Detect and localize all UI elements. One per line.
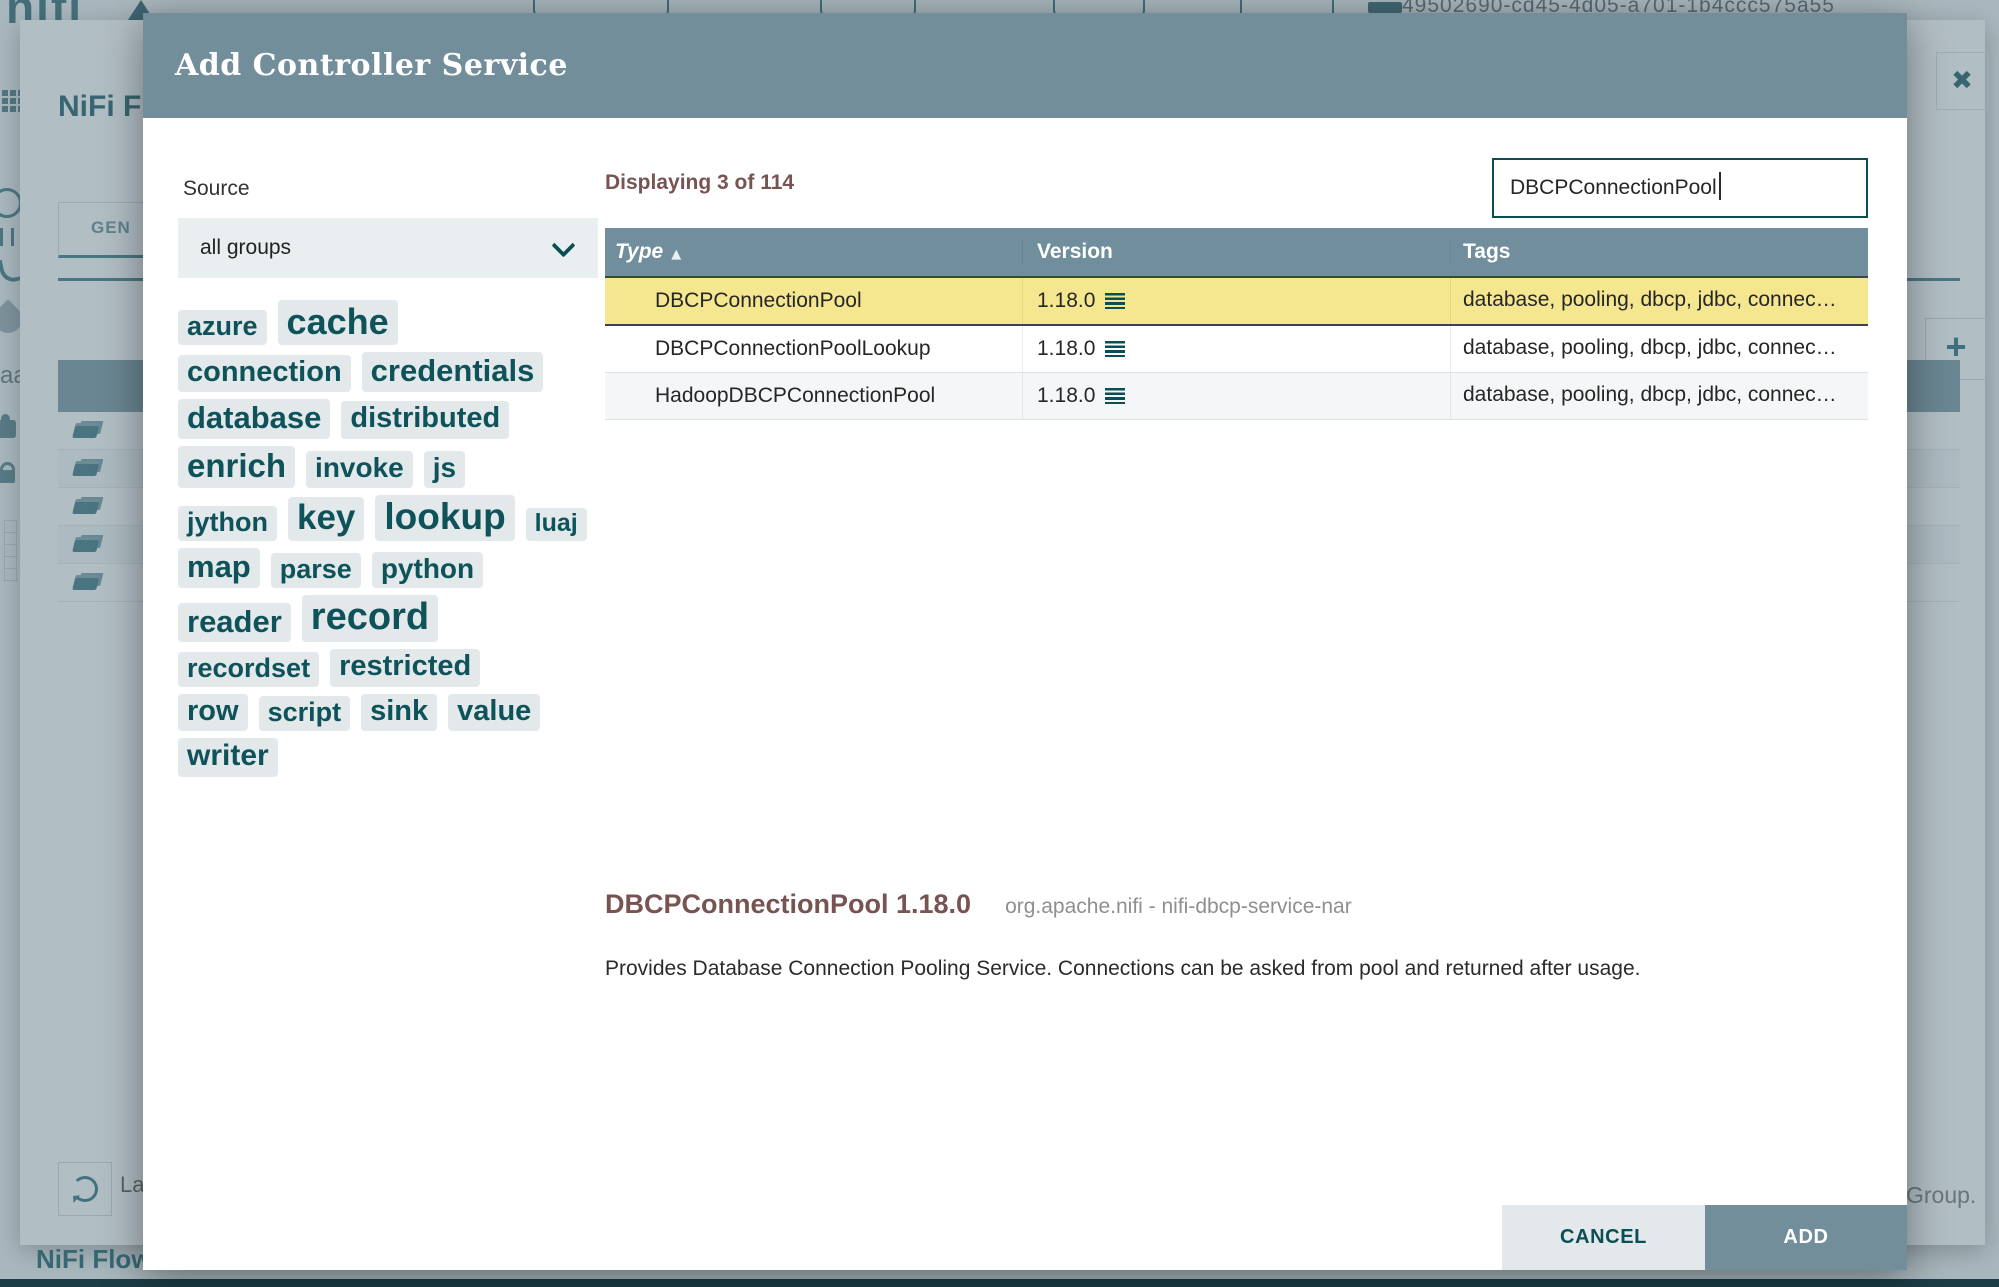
tag-filter-jython[interactable]: jython <box>178 506 277 542</box>
tag-filter-azure[interactable]: azure <box>178 310 267 346</box>
sort-ascending-icon: ▲ <box>671 247 682 262</box>
tag-cloud-line: database distributed <box>178 399 628 439</box>
tag-filter-lookup[interactable]: lookup <box>375 494 515 542</box>
tag-filter-database[interactable]: database <box>178 399 331 439</box>
tag-filter-parse[interactable]: parse <box>270 552 361 588</box>
results-table-header: Type ▲ Version Tags <box>605 228 1868 276</box>
selected-service-description: Provides Database Connection Pooling Ser… <box>605 957 1641 980</box>
service-type-cell: DBCPConnectionPoolLookup <box>655 337 931 360</box>
filter-input-value: DBCPConnectionPool <box>1510 160 1721 216</box>
service-type-cell: HadoopDBCPConnectionPool <box>655 384 936 407</box>
column-header-version[interactable]: Version <box>1022 240 1450 264</box>
table-row[interactable]: DBCPConnectionPool 1.18.0 database, pool… <box>605 276 1868 326</box>
source-dropdown-value: all groups <box>200 236 292 259</box>
tag-filter-reader[interactable]: reader <box>178 602 291 643</box>
tag-filter-distributed[interactable]: distributed <box>341 401 510 439</box>
tag-cloud-line: map parse python <box>178 548 628 588</box>
tag-filter-recordset[interactable]: recordset <box>178 651 320 687</box>
column-header-type[interactable]: Type ▲ <box>605 240 1022 264</box>
tag-filter-credentials[interactable]: credentials <box>361 352 544 393</box>
service-results-table: Type ▲ Version Tags DBCPConnectionPool 1.… <box>605 228 1868 420</box>
result-count-text: Displaying 3 of 114 <box>605 171 795 194</box>
selected-service-bundle: org.apache.nifi - nifi-dbcp-service-nar <box>1005 895 1352 918</box>
selected-service-detail: DBCPConnectionPool 1.18.0 org.apache.nif… <box>605 889 1352 920</box>
tag-filter-js[interactable]: js <box>423 451 466 488</box>
results-table-body: DBCPConnectionPool 1.18.0 database, pool… <box>605 276 1868 420</box>
status-bar-strip <box>0 1279 1999 1287</box>
column-header-tags[interactable]: Tags <box>1450 240 1868 264</box>
tag-filter-cache[interactable]: cache <box>277 300 398 346</box>
tag-cloud: azure cache connection credentials database d… <box>178 300 628 784</box>
table-row[interactable]: HadoopDBCPConnectionPool 1.18.0 database… <box>605 373 1868 420</box>
tag-filter-invoke[interactable]: invoke <box>306 451 413 488</box>
tag-filter-writer[interactable]: writer <box>178 738 278 777</box>
tag-cloud-line: connection credentials <box>178 352 628 393</box>
tag-filter-map[interactable]: map <box>178 548 260 588</box>
tag-cloud-line: azure cache <box>178 300 628 346</box>
tag-cloud-line: recordset restricted <box>178 649 628 687</box>
cancel-button[interactable]: CANCEL <box>1502 1205 1705 1270</box>
selected-service-title: DBCPConnectionPool 1.18.0 <box>605 889 972 919</box>
tag-cloud-line: jython key lookup luaj <box>178 494 628 542</box>
tag-cloud-line: enrich invoke js <box>178 445 628 488</box>
source-dropdown[interactable]: all groups <box>178 218 598 278</box>
tag-filter-value[interactable]: value <box>448 693 541 732</box>
tag-filter-connection[interactable]: connection <box>178 354 351 393</box>
text-caret <box>1718 172 1721 200</box>
tag-filter-enrich[interactable]: enrich <box>178 445 296 488</box>
service-type-cell: DBCPConnectionPool <box>655 289 862 312</box>
tag-filter-luaj[interactable]: luaj <box>525 508 587 542</box>
tag-filter-sink[interactable]: sink <box>361 693 438 732</box>
service-version-cell: 1.18.0 <box>1022 326 1450 372</box>
service-tags-cell: database, pooling, dbcp, jdbc, connec… <box>1450 373 1868 419</box>
chevron-down-icon <box>551 233 576 258</box>
source-label: Source <box>183 177 250 200</box>
tag-cloud-line: reader record <box>178 594 628 643</box>
service-tags-cell: database, pooling, dbcp, jdbc, connec… <box>1450 326 1868 372</box>
screen: nifi 49502690-cd45-4d05-a701-1b4ccc575a5… <box>0 0 1999 1287</box>
tag-filter-python[interactable]: python <box>371 551 484 588</box>
version-list-icon <box>1105 293 1126 309</box>
service-tags-cell: database, pooling, dbcp, jdbc, connec… <box>1450 278 1868 324</box>
add-button[interactable]: ADD <box>1705 1205 1907 1270</box>
version-list-icon <box>1105 388 1126 404</box>
tag-filter-script[interactable]: script <box>258 696 351 732</box>
dialog-title: Add Controller Service <box>175 48 568 83</box>
tag-cloud-line: writer <box>178 738 628 777</box>
tag-filter-restricted[interactable]: restricted <box>330 649 481 687</box>
tag-filter-key[interactable]: key <box>288 496 365 542</box>
version-list-icon <box>1105 341 1126 357</box>
service-version-cell: 1.18.0 <box>1022 278 1450 324</box>
tag-filter-record[interactable]: record <box>301 594 439 643</box>
tag-cloud-line: row script sink value <box>178 693 628 732</box>
filter-input[interactable]: DBCPConnectionPool <box>1492 158 1868 218</box>
service-version-cell: 1.18.0 <box>1022 373 1450 419</box>
add-controller-service-dialog: Add Controller Service Source all groups… <box>143 13 1907 1270</box>
dialog-header: Add Controller Service <box>143 13 1907 118</box>
tag-filter-row[interactable]: row <box>178 693 248 732</box>
table-row[interactable]: DBCPConnectionPoolLookup 1.18.0 database… <box>605 326 1868 373</box>
